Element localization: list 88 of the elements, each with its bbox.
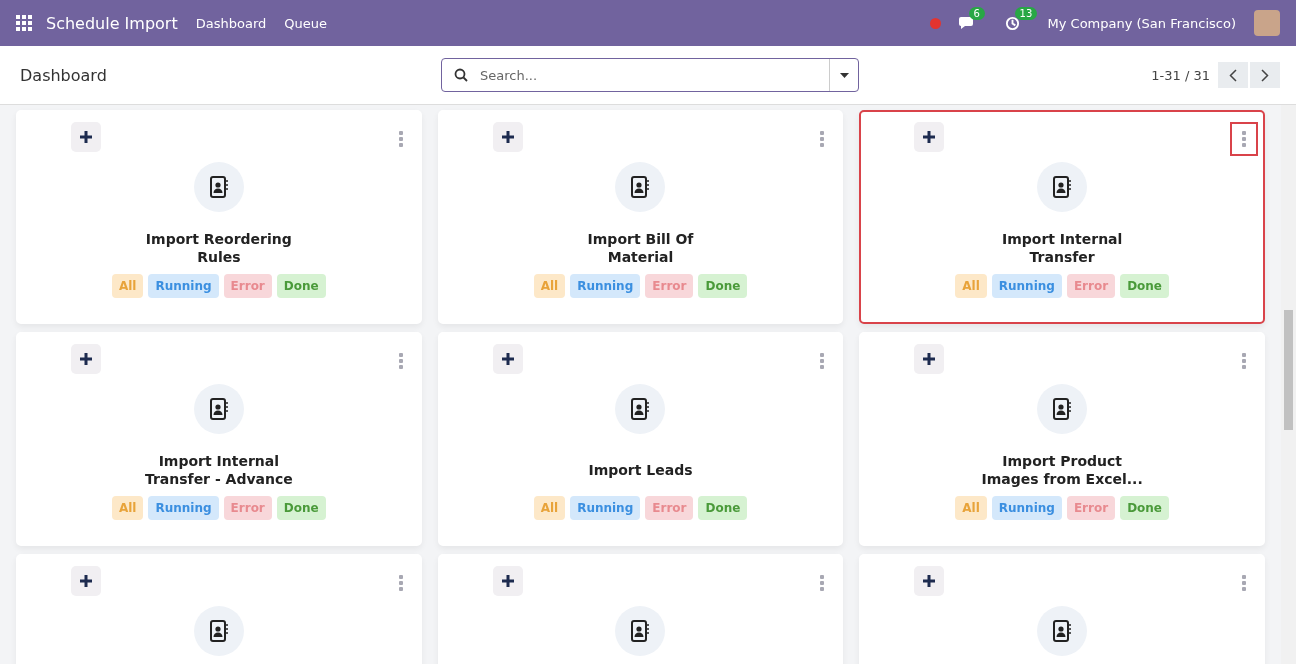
contact-book-icon (630, 176, 651, 198)
add-button[interactable] (71, 344, 101, 374)
vertical-dots-icon (1242, 131, 1246, 147)
plus-icon (80, 131, 92, 143)
plus-icon (501, 131, 514, 143)
next-button[interactable] (1250, 62, 1280, 88)
status-filter-button[interactable]: All (955, 274, 987, 298)
card-title: Import Bill Of Material (586, 230, 695, 266)
chevron-right-icon (1261, 68, 1269, 82)
vertical-dots-icon (820, 575, 825, 591)
status-filter-button[interactable]: Running (991, 274, 1062, 298)
menu-link[interactable]: Dashboard (195, 15, 267, 31)
vertical-dots-icon (398, 353, 403, 369)
status-filter-button[interactable]: Done (698, 274, 748, 298)
card-title: Import Product Images from Excel... (980, 452, 1144, 488)
vertical-dots-icon (1242, 353, 1246, 369)
scrollbar-thumb[interactable] (1284, 310, 1293, 430)
vertical-dots-icon (398, 575, 403, 591)
status-filter-button[interactable]: Running (570, 274, 641, 298)
plus-icon (923, 575, 936, 587)
status-filter-button[interactable]: Error (645, 274, 694, 298)
status-filter-button[interactable]: Running (148, 274, 219, 298)
card-title: Import Internal Transfer - Advance (143, 452, 294, 488)
add-button[interactable] (71, 566, 101, 596)
contact-book-icon (630, 620, 651, 642)
vertical-dots-icon (820, 131, 825, 147)
vertical-dots-icon (1242, 575, 1246, 591)
plus-icon (80, 575, 92, 587)
add-button[interactable] (71, 122, 101, 152)
add-button[interactable] (492, 566, 523, 596)
contact-book-icon (1052, 176, 1073, 198)
status-filter-button[interactable]: Running (570, 496, 641, 520)
status-filter-button[interactable]: All (533, 496, 566, 520)
scrollbar[interactable] (1281, 105, 1296, 664)
plus-icon (501, 353, 514, 365)
caret-icon (839, 72, 849, 78)
chat-icon[interactable] (958, 16, 975, 30)
status-filter-button[interactable]: Error (1066, 496, 1116, 520)
contact-book-icon (208, 620, 229, 642)
status-filter-button[interactable]: Error (645, 496, 694, 520)
company-name[interactable]: My Company (San Francisco) (1047, 15, 1236, 31)
previous-button[interactable] (1218, 62, 1248, 88)
status-filter-button[interactable]: All (533, 274, 566, 298)
vertical-dots-icon (398, 131, 403, 147)
status-filter-button[interactable]: Running (991, 496, 1062, 520)
contact-book-icon (1052, 398, 1073, 420)
message-count: 6 (968, 7, 985, 20)
status-filter-button[interactable]: Error (1066, 274, 1116, 298)
status-filter-button[interactable]: All (111, 274, 144, 298)
card-title: Import Reordering Rules (144, 230, 293, 266)
status-dot-icon (929, 17, 941, 29)
card-title: Import Leads (588, 461, 693, 480)
search-field[interactable]: Search... (441, 58, 859, 92)
add-button[interactable] (914, 344, 945, 374)
status-filter-button[interactable]: Running (148, 496, 219, 520)
apps-grid-icon[interactable] (16, 15, 32, 31)
add-button[interactable] (492, 344, 523, 374)
status-filter-button[interactable]: Error (223, 496, 272, 520)
status-filter-button[interactable]: Error (223, 274, 272, 298)
plus-icon (923, 131, 936, 143)
add-button[interactable] (914, 566, 945, 596)
card-title: Import Internal Transfer (1000, 230, 1124, 266)
more-options-button[interactable] (1230, 122, 1258, 156)
chevron-left-icon (1229, 68, 1237, 82)
contact-book-icon (1052, 620, 1073, 642)
status-filter-button[interactable]: Done (698, 496, 748, 520)
status-filter-button[interactable]: Done (276, 496, 326, 520)
add-button[interactable] (492, 122, 523, 152)
clock-icon[interactable] (1004, 15, 1020, 31)
app-title: Schedule Import (46, 13, 178, 33)
contact-book-icon (208, 398, 229, 420)
status-filter-button[interactable]: Done (276, 274, 326, 298)
plus-icon (923, 353, 936, 365)
contact-book-icon (630, 398, 651, 420)
status-filter-button[interactable]: Done (1120, 496, 1169, 520)
status-filter-button[interactable]: All (955, 496, 987, 520)
breadcrumb: Dashboard (20, 65, 108, 85)
status-filter-button[interactable]: All (111, 496, 144, 520)
plus-icon (501, 575, 514, 587)
menu-link[interactable]: Queue (284, 15, 327, 31)
status-filter-button[interactable]: Done (1120, 274, 1169, 298)
add-button[interactable] (914, 122, 945, 152)
search-icon (454, 68, 468, 82)
plus-icon (80, 353, 92, 365)
pager-value[interactable]: 1-31 / 31 (1151, 67, 1210, 83)
activity-count: 13 (1014, 6, 1038, 20)
vertical-dots-icon (820, 353, 825, 369)
contact-book-icon (208, 176, 229, 198)
